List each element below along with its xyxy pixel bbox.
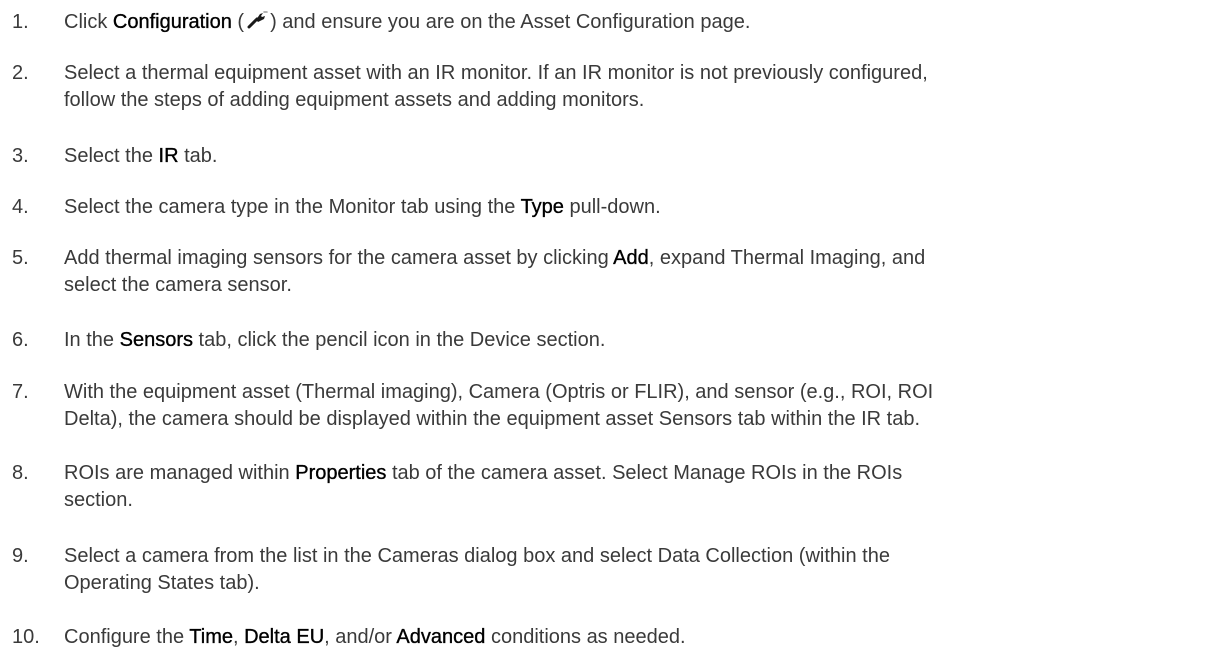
step-text-part: Select a thermal equipment asset with an… [64, 62, 928, 84]
step-text-part: Click [64, 11, 113, 33]
step-text-part: In the [64, 329, 120, 351]
step-text-part: section. [64, 489, 133, 511]
step-text-part: ) and ensure you are on the Asset Config… [270, 11, 751, 33]
step-text: Select the camera type in the Monitor ta… [64, 194, 1194, 221]
step-text-part: Select the [64, 145, 159, 167]
step-text-part: , [232, 626, 245, 648]
instruction-document: 1. Click Configuration ( ) and ensure yo… [0, 0, 1207, 651]
step-text: Select a thermal equipment asset with an… [64, 60, 1194, 114]
ir-tab-label: IR [158, 145, 179, 167]
step-text-part: tab, click the pencil icon in the Device… [192, 329, 606, 351]
step-text: In the Sensors tab, click the pencil ico… [64, 327, 1194, 354]
add-label: Add [613, 247, 649, 269]
step-text: With the equipment asset (Thermal imagin… [64, 379, 1194, 433]
time-label: Time [189, 626, 233, 648]
step-text-part: Delta), the camera should be displayed w… [64, 408, 921, 430]
type-label: Type [520, 196, 564, 218]
step-text-part: tab of the camera asset. Select Manage R… [386, 462, 903, 484]
step-text-part: With the equipment asset (Thermal imagin… [64, 381, 934, 403]
advanced-label: Advanced [396, 626, 486, 648]
step-text: Configure the Time, Delta EU, and/or Adv… [64, 624, 1194, 651]
step-number: 5. [12, 247, 29, 269]
step-text: Add thermal imaging sensors for the came… [64, 245, 1194, 299]
step-text: Click Configuration ( ) and ensure you a… [64, 9, 1194, 36]
step-number: 1. [12, 11, 29, 33]
step-text-part: select the camera sensor. [64, 274, 292, 296]
step-number: 7. [12, 381, 29, 403]
step-text: Select a camera from the list in the Cam… [64, 543, 1194, 597]
step-text: Select the IR tab. [64, 143, 1194, 170]
sensors-label: Sensors [119, 329, 193, 351]
step-text-part: ROIs are managed within [64, 462, 296, 484]
step-text-part: Add thermal imaging sensors for the came… [64, 247, 614, 269]
step-text-part: ( [231, 11, 245, 33]
properties-label: Properties [295, 462, 387, 484]
step-text-part: Configure the [64, 626, 190, 648]
step-text-part: follow the steps of adding equipment ass… [64, 89, 645, 111]
step-text-part: , and/or [324, 626, 397, 648]
step-text-part: tab. [178, 145, 218, 167]
step-number: 6. [12, 329, 29, 351]
step-number: 8. [12, 462, 29, 484]
configuration-label: Configuration [112, 11, 232, 33]
step-number: 2. [12, 62, 29, 84]
step-text-part: pull-down. [563, 196, 661, 218]
step-text-part: conditions as needed. [485, 626, 686, 648]
wrench-icon [247, 11, 268, 29]
step-text-part: , expand Thermal Imaging, and [648, 247, 926, 269]
delta-eu-label: Delta EU [244, 626, 325, 648]
step-text: ROIs are managed within Properties tab o… [64, 460, 1194, 514]
step-text-part: Select the camera type in the Monitor ta… [64, 196, 521, 218]
step-number: 3. [12, 145, 29, 167]
step-text-part: Select a camera from the list in the Cam… [64, 545, 890, 567]
step-number: 10. [12, 626, 40, 648]
step-number: 4. [12, 196, 29, 218]
step-number: 9. [12, 545, 29, 567]
step-text-part: Operating States tab). [64, 572, 260, 594]
